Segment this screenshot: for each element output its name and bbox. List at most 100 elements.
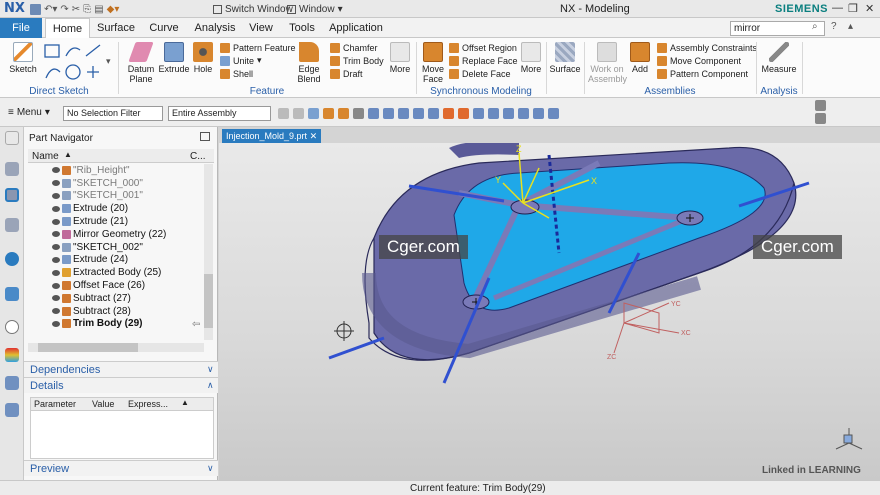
roles-icon[interactable] <box>5 403 19 417</box>
search-icon[interactable]: ⌕ <box>812 21 818 32</box>
tab-surface[interactable]: Surface <box>95 18 137 38</box>
tab-home[interactable]: Home <box>45 18 90 38</box>
tree-row[interactable]: Trim Body (29) <box>52 318 202 331</box>
minimize-icon[interactable]: — <box>832 2 843 14</box>
preview-section[interactable]: Preview <box>24 460 218 476</box>
end-point-icon[interactable] <box>383 108 394 119</box>
visibility-eye-icon[interactable] <box>52 205 60 212</box>
unite-button[interactable]: Unite ▾ <box>220 54 296 67</box>
tab-file[interactable]: File <box>0 18 42 38</box>
component-select-icon[interactable] <box>353 108 364 119</box>
replace-face-button[interactable]: Replace Face <box>449 54 518 67</box>
tab-tools[interactable]: Tools <box>285 18 319 38</box>
body-select-icon[interactable] <box>323 108 334 119</box>
model-view[interactable]: Z X Y XC YC ZC <box>219 141 880 480</box>
tree-row[interactable]: "SKETCH_000" <box>52 177 202 190</box>
surface-button[interactable]: Surface <box>549 42 581 74</box>
tree-horizontal-scrollbar[interactable] <box>28 343 204 352</box>
tree-row[interactable]: Subtract (27) <box>52 292 202 305</box>
add-component-button[interactable]: Add <box>628 42 652 74</box>
mid-point-icon[interactable] <box>398 108 409 119</box>
selection-filter-dropdown[interactable]: No Selection Filter <box>63 106 163 121</box>
control-point-icon[interactable] <box>413 108 424 119</box>
draft-button[interactable]: Draft <box>330 67 384 80</box>
preview-chevron-icon[interactable]: ∨ <box>207 463 214 474</box>
switch-window-button[interactable]: Switch Window <box>213 2 293 16</box>
graphics-window[interactable]: Z X Y XC YC ZC Cger.com Cger.com <box>219 141 880 480</box>
column-current[interactable]: C... <box>190 151 206 162</box>
visibility-eye-icon[interactable] <box>52 282 60 289</box>
col-expression[interactable]: Express... <box>128 399 168 409</box>
gear-icon[interactable] <box>5 131 19 145</box>
delete-face-button[interactable]: Delete Face <box>449 67 518 80</box>
move-face-button[interactable]: Move Face <box>420 42 446 84</box>
measure-button[interactable]: Measure <box>760 42 798 74</box>
circle-icon[interactable] <box>65 64 81 80</box>
details-section[interactable]: Details <box>24 377 218 393</box>
save-icon[interactable] <box>30 3 41 15</box>
tree-row[interactable]: "SKETCH_002" <box>52 241 202 254</box>
point-on-face-icon[interactable] <box>503 108 514 119</box>
existing-point-icon[interactable] <box>473 108 484 119</box>
tree-row[interactable]: Subtract (28) <box>52 305 202 318</box>
sketch-curve-tools[interactable] <box>42 42 104 84</box>
reuse-library-icon[interactable] <box>5 218 19 232</box>
redo-icon[interactable]: ↷ <box>60 4 68 15</box>
more-sketch-icon[interactable]: ▾ <box>106 56 111 67</box>
feature-more-button[interactable]: More <box>388 42 412 74</box>
quadrant-point-icon[interactable] <box>458 108 469 119</box>
visibility-eye-icon[interactable] <box>52 218 60 225</box>
undo-icon[interactable]: ↶▾ <box>44 4 57 15</box>
trim-body-button[interactable]: Trim Body <box>330 54 384 67</box>
tree-row[interactable]: "SKETCH_001" <box>52 190 202 203</box>
tree-row[interactable]: Offset Face (26) <box>52 279 202 292</box>
process-studio-icon[interactable] <box>5 376 19 390</box>
visibility-eye-icon[interactable] <box>52 295 60 302</box>
assembly-navigator-icon[interactable] <box>5 162 19 176</box>
window-menu[interactable]: Window ▾ <box>287 2 343 16</box>
intersection-point-icon[interactable] <box>428 108 439 119</box>
tree-row[interactable]: Extrude (24) <box>52 254 202 267</box>
shell-button[interactable]: Shell <box>220 67 296 80</box>
visibility-eye-icon[interactable] <box>52 192 60 199</box>
visibility-eye-icon[interactable] <box>52 320 60 327</box>
close-icon[interactable]: ✕ <box>865 2 874 15</box>
chevron-down-icon[interactable]: ∨ <box>207 364 214 375</box>
repeat-command-icon[interactable]: ◆▾ <box>107 4 120 15</box>
tree-row[interactable]: Extrude (20) <box>52 202 202 215</box>
datum-plane-button[interactable]: Datum Plane <box>124 42 158 84</box>
point-icon[interactable] <box>87 66 99 78</box>
hole-button[interactable]: Hole <box>191 42 215 74</box>
visibility-eye-icon[interactable] <box>52 231 60 238</box>
copy-icon[interactable]: ⎘ <box>83 4 91 15</box>
tab-curve[interactable]: Curve <box>145 18 183 38</box>
tab-application[interactable]: Application <box>329 18 383 38</box>
feature-select-icon[interactable] <box>308 108 319 119</box>
tree-row[interactable]: Extracted Body (25) <box>52 266 202 279</box>
point-on-curve-icon[interactable] <box>488 108 499 119</box>
visibility-eye-icon[interactable] <box>52 256 60 263</box>
tree-row[interactable]: "Rib_Height" <box>52 164 202 177</box>
hd3d-tools-icon[interactable] <box>5 252 19 266</box>
sketch-button[interactable]: Sketch <box>8 42 38 74</box>
synchronous-more-button[interactable]: More <box>519 42 543 74</box>
chevron-up-icon[interactable]: ∧ <box>207 380 214 391</box>
visibility-eye-icon[interactable] <box>52 180 60 187</box>
view-orientation-icon[interactable] <box>815 113 826 124</box>
system-materials-icon[interactable] <box>5 348 19 362</box>
selection-scope-dropdown[interactable]: Entire Assembly <box>168 106 271 121</box>
history-icon[interactable] <box>5 320 19 334</box>
line-icon[interactable] <box>85 44 101 57</box>
ribbon-minimize-icon[interactable]: ▴ <box>848 21 853 32</box>
inferred-point-icon[interactable] <box>368 108 379 119</box>
visibility-eye-icon[interactable] <box>52 167 60 174</box>
select-all-icon[interactable] <box>278 108 289 119</box>
part-navigator-icon[interactable] <box>5 188 19 202</box>
quick-pick-icon[interactable] <box>548 108 559 119</box>
visibility-eye-icon[interactable] <box>52 269 60 276</box>
pattern-feature-button[interactable]: Pattern Feature <box>220 41 296 54</box>
web-browser-icon[interactable] <box>5 287 19 301</box>
snap-toggle-icon[interactable] <box>533 108 544 119</box>
command-search-input[interactable]: mirror <box>730 21 825 36</box>
rectangle-icon[interactable] <box>44 44 60 58</box>
